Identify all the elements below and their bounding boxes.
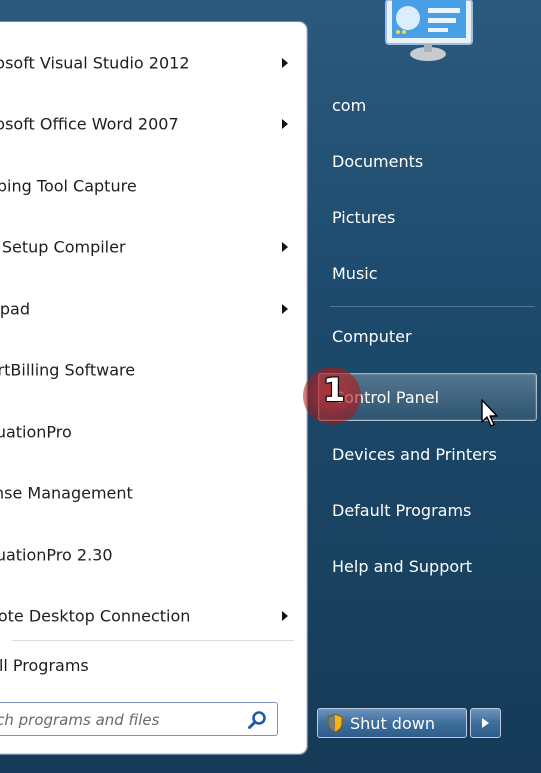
program-label: Snipping Tool Capture [0,176,137,196]
right-item-music[interactable]: Music [318,250,537,296]
shield-icon [327,713,343,733]
right-item-label: Default Programs [332,500,472,520]
shutdown-button[interactable]: Shut down [317,708,467,738]
right-item-label: Music [332,263,378,283]
program-label: EvaluationPro [0,422,72,442]
shutdown-label: Shut down [350,713,435,733]
search-icon[interactable] [247,710,267,730]
program-item-smartbilling[interactable]: SmartBilling Software [0,340,306,402]
program-label: SmartBilling Software [0,360,136,380]
program-label: Notepad [0,299,30,319]
program-item-notepad[interactable]: Notepad [0,278,306,340]
all-programs-link[interactable]: All Programs [0,648,300,682]
program-label: License Management [0,483,133,503]
program-item-snipping[interactable]: Snipping Tool Capture [0,155,306,217]
step-number: 1 [323,371,346,409]
right-item-label: Devices and Printers [332,444,497,464]
search-input[interactable] [0,707,244,733]
program-item-word[interactable]: Microsoft Office Word 2007 [0,94,306,156]
user-picture-icon [385,0,473,61]
program-label: Microsoft Visual Studio 2012 [0,53,190,73]
program-item-evaluationpro[interactable]: EvaluationPro [0,401,306,463]
chevron-right-icon [482,718,489,728]
program-list: Microsoft Visual Studio 2012 Microsoft O… [0,32,306,647]
right-item-devices-printers[interactable]: Devices and Printers [318,431,537,477]
mouse-cursor-icon [481,399,498,427]
program-item-inno-setup[interactable]: Inno Setup Compiler [0,217,306,279]
right-item-default-programs[interactable]: Default Programs [318,487,537,533]
right-item-label: com [332,95,367,115]
submenu-arrow-icon [282,57,288,68]
right-item-documents[interactable]: Documents [318,138,537,184]
right-item-pictures[interactable]: Pictures [318,194,537,240]
submenu-arrow-icon [282,303,288,314]
program-item-license-management[interactable]: License Management [0,463,306,525]
program-label: Microsoft Office Word 2007 [0,114,179,134]
right-item-computer[interactable]: Computer [318,313,537,359]
submenu-arrow-icon [282,242,288,253]
programs-pane: Microsoft Visual Studio 2012 Microsoft O… [0,22,307,754]
right-divider [330,306,535,307]
all-programs-label: All Programs [0,655,89,675]
right-item-label: Pictures [332,207,396,227]
right-item-label: Help and Support [332,556,472,576]
program-label: Remote Desktop Connection [0,606,191,626]
program-item-evaluationpro-230[interactable]: EvaluationPro 2.30 [0,524,306,586]
program-item-remote-desktop[interactable]: Remote Desktop Connection [0,586,306,648]
right-item-label: Documents [332,151,424,171]
program-item-visual-studio[interactable]: Microsoft Visual Studio 2012 [0,32,306,94]
shutdown-options-button[interactable] [470,708,501,738]
program-label: Inno Setup Compiler [0,237,126,257]
program-label: EvaluationPro 2.30 [0,545,113,565]
search-box[interactable] [0,702,278,736]
right-item-label: Computer [332,326,412,346]
divider [12,640,294,641]
user-picture[interactable] [384,0,474,62]
submenu-arrow-icon [282,611,288,622]
right-item-help-support[interactable]: Help and Support [318,543,537,589]
submenu-arrow-icon [282,119,288,130]
right-item-user-folder[interactable]: com [318,82,537,128]
